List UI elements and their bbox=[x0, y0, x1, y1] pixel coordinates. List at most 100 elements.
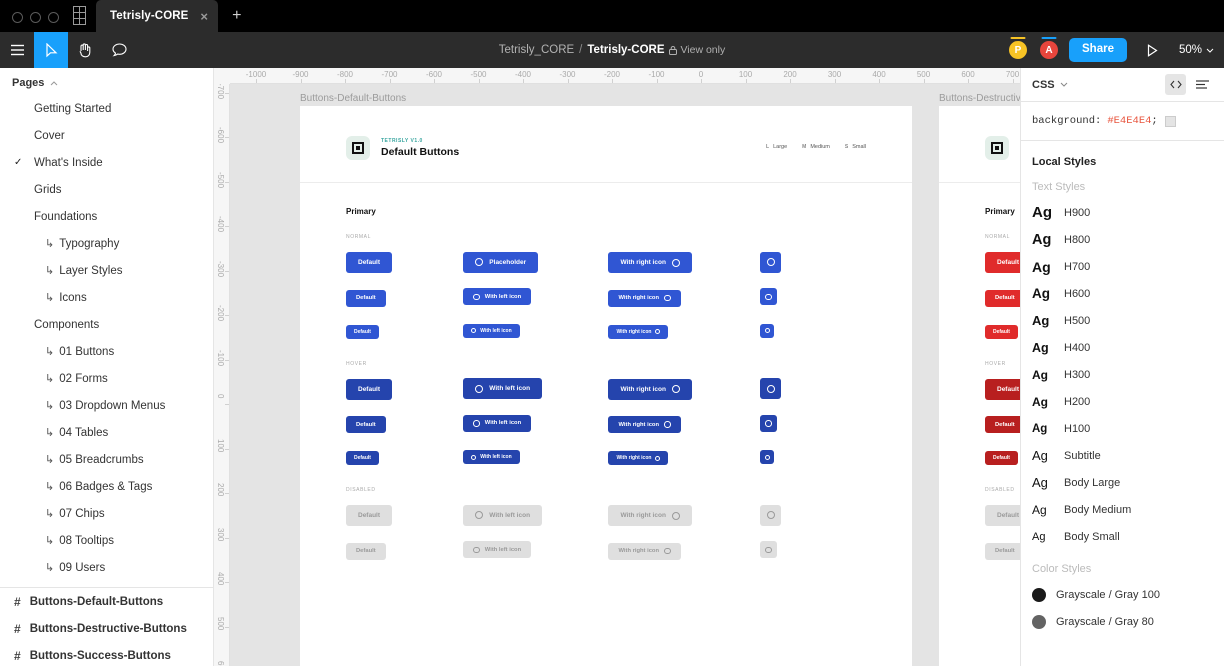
comment-tool-icon[interactable] bbox=[102, 32, 136, 68]
file-tab[interactable]: Tetrisly-CORE × bbox=[96, 0, 219, 32]
sidebar-item-cover[interactable]: Cover bbox=[0, 122, 213, 149]
sidebar-item-06-badges-tags[interactable]: ↳ 06 Badges & Tags bbox=[0, 473, 213, 500]
button-default[interactable]: Default bbox=[346, 451, 379, 465]
window-minimize-button[interactable] bbox=[30, 12, 41, 23]
zoom-level-control[interactable]: 50% bbox=[1179, 44, 1214, 56]
hand-tool-icon[interactable] bbox=[68, 32, 102, 68]
button-with-left-icon[interactable]: With left icon bbox=[463, 414, 532, 432]
icon-only-button[interactable] bbox=[760, 323, 775, 338]
text-style-row[interactable]: Ag H400 bbox=[1021, 334, 1224, 361]
main-menu-icon[interactable] bbox=[0, 32, 34, 68]
text-style-row[interactable]: Ag Body Medium bbox=[1021, 496, 1224, 523]
pages-section-header[interactable]: Pages bbox=[0, 68, 213, 95]
sidebar-item-icons[interactable]: ↳ Icons bbox=[0, 284, 213, 311]
icon-only-button[interactable] bbox=[760, 251, 782, 273]
button-with-left-icon[interactable]: With left icon bbox=[463, 323, 520, 338]
sidebar-item-08-tooltips[interactable]: ↳ 08 Tooltips bbox=[0, 527, 213, 554]
sidebar-item-03-dropdown-menus[interactable]: ↳ 03 Dropdown Menus bbox=[0, 392, 213, 419]
sidebar-item-what-s-inside[interactable]: ✓ What's Inside bbox=[0, 149, 213, 176]
button-with-right-icon[interactable]: With right icon bbox=[608, 451, 669, 465]
window-maximize-button[interactable] bbox=[48, 12, 59, 23]
list-view-icon[interactable] bbox=[1192, 74, 1213, 95]
text-style-row[interactable]: Ag H100 bbox=[1021, 415, 1224, 442]
button-default[interactable]: Default bbox=[346, 416, 386, 433]
button-default[interactable]: Default bbox=[346, 505, 393, 526]
button-default[interactable]: Default bbox=[985, 416, 1025, 433]
button-with-left-icon[interactable]: With left icon bbox=[463, 541, 532, 559]
figma-logo-icon[interactable] bbox=[71, 6, 96, 32]
sidebar-item-02-forms[interactable]: ↳ 02 Forms bbox=[0, 365, 213, 392]
frame-buttons-default[interactable]: TETRISLY V1.0 Default Buttons L Large M … bbox=[300, 106, 912, 666]
breadcrumb-parent[interactable]: Tetrisly_CORE bbox=[499, 44, 574, 56]
button-default[interactable]: Default bbox=[346, 289, 386, 307]
button-default[interactable]: Default bbox=[985, 542, 1025, 560]
button-placeholder[interactable]: Placeholder bbox=[463, 251, 539, 273]
icon-only-button[interactable] bbox=[760, 414, 778, 432]
sidebar-item-typography[interactable]: ↳ Typography bbox=[0, 230, 213, 257]
text-style-row[interactable]: Ag H900 bbox=[1021, 199, 1224, 226]
button-with-left-icon[interactable]: With left icon bbox=[463, 450, 520, 464]
text-style-row[interactable]: Ag H700 bbox=[1021, 253, 1224, 280]
button-default[interactable]: Default bbox=[985, 289, 1025, 307]
icon-only-button[interactable] bbox=[760, 504, 782, 526]
sidebar-item-01-buttons[interactable]: ↳ 01 Buttons bbox=[0, 338, 213, 365]
sidebar-item-grids[interactable]: Grids bbox=[0, 176, 213, 203]
icon-only-button[interactable] bbox=[760, 288, 778, 306]
sidebar-item-07-chips[interactable]: ↳ 07 Chips bbox=[0, 500, 213, 527]
window-close-button[interactable] bbox=[12, 12, 23, 23]
button-default[interactable]: Default bbox=[346, 542, 386, 560]
sidebar-item-04-tables[interactable]: ↳ 04 Tables bbox=[0, 419, 213, 446]
text-style-row[interactable]: Ag H600 bbox=[1021, 280, 1224, 307]
sidebar-item-layer-styles[interactable]: ↳ Layer Styles bbox=[0, 257, 213, 284]
button-with-right-icon[interactable]: With right icon bbox=[608, 416, 681, 433]
color-styles-list: Grayscale / Gray 100 Grayscale / Gray 80 bbox=[1021, 581, 1224, 635]
avatar[interactable]: P bbox=[1007, 37, 1029, 61]
text-style-row[interactable]: Ag Body Small bbox=[1021, 523, 1224, 550]
button-with-right-icon[interactable]: With right icon bbox=[608, 252, 692, 273]
layer-item[interactable]: # Buttons-Success-Buttons bbox=[0, 642, 213, 666]
css-code-block[interactable]: background: #E4E4E4 ; bbox=[1021, 102, 1224, 141]
code-view-icon[interactable] bbox=[1165, 74, 1186, 95]
button-with-right-icon[interactable]: With right icon bbox=[608, 542, 681, 560]
button-with-left-icon[interactable]: With left icon bbox=[463, 288, 532, 306]
button-with-right-icon[interactable]: With right icon bbox=[608, 324, 669, 339]
text-style-row[interactable]: Ag H300 bbox=[1021, 361, 1224, 388]
layer-item[interactable]: # Buttons-Destructive-Buttons bbox=[0, 615, 213, 642]
button-with-left-icon[interactable]: With left icon bbox=[463, 504, 543, 526]
button-default[interactable]: Default bbox=[346, 378, 393, 400]
color-style-row[interactable]: Grayscale / Gray 80 bbox=[1021, 608, 1224, 635]
layer-item[interactable]: # Buttons-Default-Buttons bbox=[0, 588, 213, 615]
button-default[interactable]: Default bbox=[985, 324, 1018, 339]
text-style-row[interactable]: Ag Body Large bbox=[1021, 469, 1224, 496]
present-play-icon[interactable] bbox=[1136, 32, 1170, 68]
breadcrumb-current[interactable]: Tetrisly-CORE bbox=[587, 44, 664, 56]
button-with-right-icon[interactable]: With right icon bbox=[608, 505, 692, 526]
frame-label[interactable]: Buttons-Default-Buttons bbox=[300, 93, 406, 104]
new-tab-button[interactable]: + bbox=[218, 8, 241, 32]
move-tool-icon[interactable] bbox=[34, 32, 68, 68]
icon-only-button[interactable] bbox=[760, 541, 778, 559]
sidebar-item-getting-started[interactable]: Getting Started bbox=[0, 95, 213, 122]
button-default[interactable]: Default bbox=[985, 451, 1018, 465]
button-with-right-icon[interactable]: With right icon bbox=[608, 378, 692, 400]
sidebar-item-foundations[interactable]: Foundations bbox=[0, 203, 213, 230]
button-default[interactable]: Default bbox=[346, 252, 393, 273]
sidebar-item-components[interactable]: Components bbox=[0, 311, 213, 338]
close-icon[interactable]: × bbox=[196, 10, 208, 23]
text-style-row[interactable]: Ag H200 bbox=[1021, 388, 1224, 415]
text-style-row[interactable]: Ag H500 bbox=[1021, 307, 1224, 334]
button-with-left-icon[interactable]: With left icon bbox=[463, 378, 543, 399]
text-style-row[interactable]: Ag H800 bbox=[1021, 226, 1224, 253]
css-tab[interactable]: CSS bbox=[1032, 79, 1068, 91]
icon-only-button[interactable] bbox=[760, 450, 775, 464]
sidebar-item-09-users[interactable]: ↳ 09 Users bbox=[0, 554, 213, 581]
sidebar-item-05-breadcrumbs[interactable]: ↳ 05 Breadcrumbs bbox=[0, 446, 213, 473]
text-style-row[interactable]: Ag Subtitle bbox=[1021, 442, 1224, 469]
share-button[interactable]: Share bbox=[1069, 38, 1127, 62]
button-with-right-icon[interactable]: With right icon bbox=[608, 289, 681, 307]
avatar[interactable]: A bbox=[1038, 37, 1060, 61]
icon-only-button[interactable] bbox=[760, 378, 782, 399]
button-default[interactable]: Default bbox=[346, 324, 379, 339]
color-style-row[interactable]: Grayscale / Gray 100 bbox=[1021, 581, 1224, 608]
ruler-tick-mark bbox=[523, 79, 524, 83]
